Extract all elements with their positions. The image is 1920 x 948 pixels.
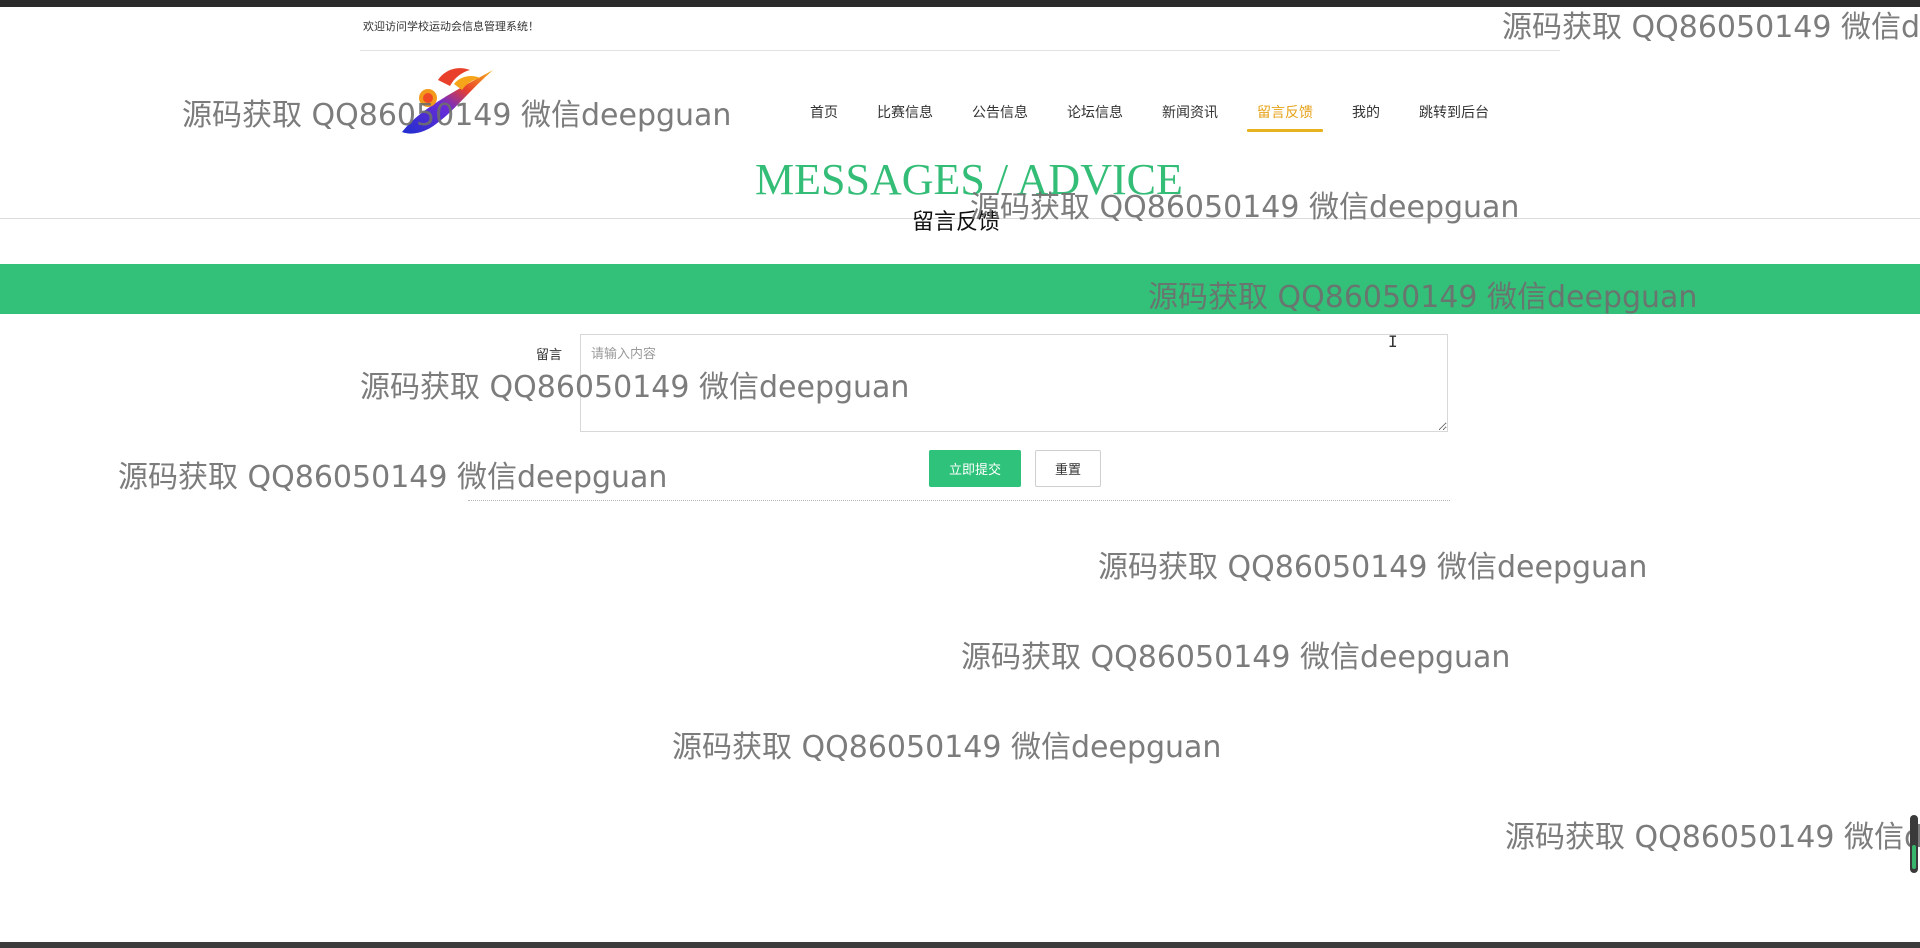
watermark-text: 源码获取 QQ86050149 微信deepguan [118,460,668,495]
watermark-text: 源码获取 QQ86050149 微信deepguan [961,640,1511,675]
watermark-text: 源码获取 QQ86050149 微信de [1502,10,1920,45]
header-divider [360,50,1560,51]
text-cursor-icon: I [1388,332,1398,351]
banner-bar [0,264,1920,314]
watermark-text: 源码获取 QQ86050149 微信de [1505,820,1920,855]
nav-item-home[interactable]: 首页 [800,98,848,132]
reset-button[interactable]: 重置 [1035,450,1101,487]
nav-item-admin[interactable]: 跳转到后台 [1409,98,1499,132]
nav-item-forum[interactable]: 论坛信息 [1057,98,1133,132]
message-textarea[interactable] [580,334,1448,432]
nav-item-news[interactable]: 新闻资讯 [1152,98,1228,132]
nav-item-matches[interactable]: 比赛信息 [867,98,943,132]
message-label: 留言 [536,348,563,363]
window-top-strip [0,0,1920,7]
scroll-widget[interactable] [1910,815,1918,873]
taskbar-strip [0,942,1920,948]
welcome-text: 欢迎访问学校运动会信息管理系统！ [363,20,539,33]
nav-item-feedback[interactable]: 留言反馈 [1247,98,1323,132]
nav-item-announcements[interactable]: 公告信息 [962,98,1038,132]
main-nav: 首页 比赛信息 公告信息 论坛信息 新闻资讯 留言反馈 我的 跳转到后台 [800,98,1518,132]
logo-icon [402,68,493,134]
nav-item-mine[interactable]: 我的 [1342,98,1390,132]
section-title-en: MESSAGES / ADVICE [755,155,1183,204]
form-divider [468,500,1450,501]
section-title-cn: 留言反馈 [912,210,1001,235]
watermark-text: 源码获取 QQ86050149 微信deepguan [1098,550,1648,585]
submit-button[interactable]: 立即提交 [929,450,1021,487]
watermark-text: 源码获取 QQ86050149 微信deepguan [672,730,1222,765]
